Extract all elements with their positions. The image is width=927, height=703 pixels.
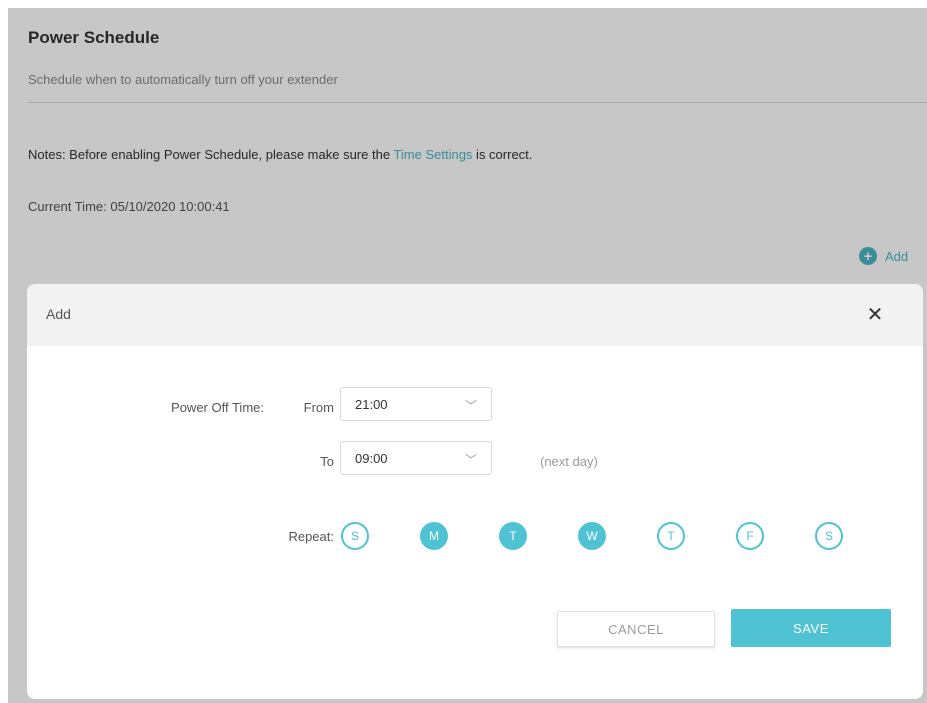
modal-title: Add	[46, 306, 71, 322]
day-toggle-0[interactable]: S	[341, 522, 369, 550]
day-toggle-6[interactable]: S	[815, 522, 843, 550]
day-toggle-5[interactable]: F	[736, 522, 764, 550]
day-toggle-4[interactable]: T	[657, 522, 685, 550]
add-modal: Add ✕ Power Off Time: From 21:00 ﹀ To 09…	[27, 284, 923, 699]
to-time-select[interactable]: 09:00 ﹀	[340, 441, 492, 475]
close-icon[interactable]: ✕	[863, 302, 887, 326]
chevron-down-icon: ﹀	[464, 453, 477, 467]
repeat-label: Repeat:	[288, 529, 334, 544]
power-off-time-label: Power Off Time:	[171, 400, 264, 415]
from-time-value: 21:00	[355, 397, 388, 412]
day-toggle-2[interactable]: T	[499, 522, 527, 550]
save-button[interactable]: SAVE	[731, 609, 891, 647]
day-toggle-1[interactable]: M	[420, 522, 448, 550]
from-label: From	[303, 400, 334, 415]
to-label: To	[320, 454, 334, 469]
from-time-select[interactable]: 21:00 ﹀	[340, 387, 492, 421]
chevron-down-icon: ﹀	[464, 399, 477, 413]
modal-header: Add ✕	[27, 284, 923, 346]
cancel-button[interactable]: CANCEL	[557, 611, 715, 647]
to-time-value: 09:00	[355, 451, 388, 466]
day-toggle-3[interactable]: W	[578, 522, 606, 550]
next-day-note: (next day)	[540, 454, 598, 469]
